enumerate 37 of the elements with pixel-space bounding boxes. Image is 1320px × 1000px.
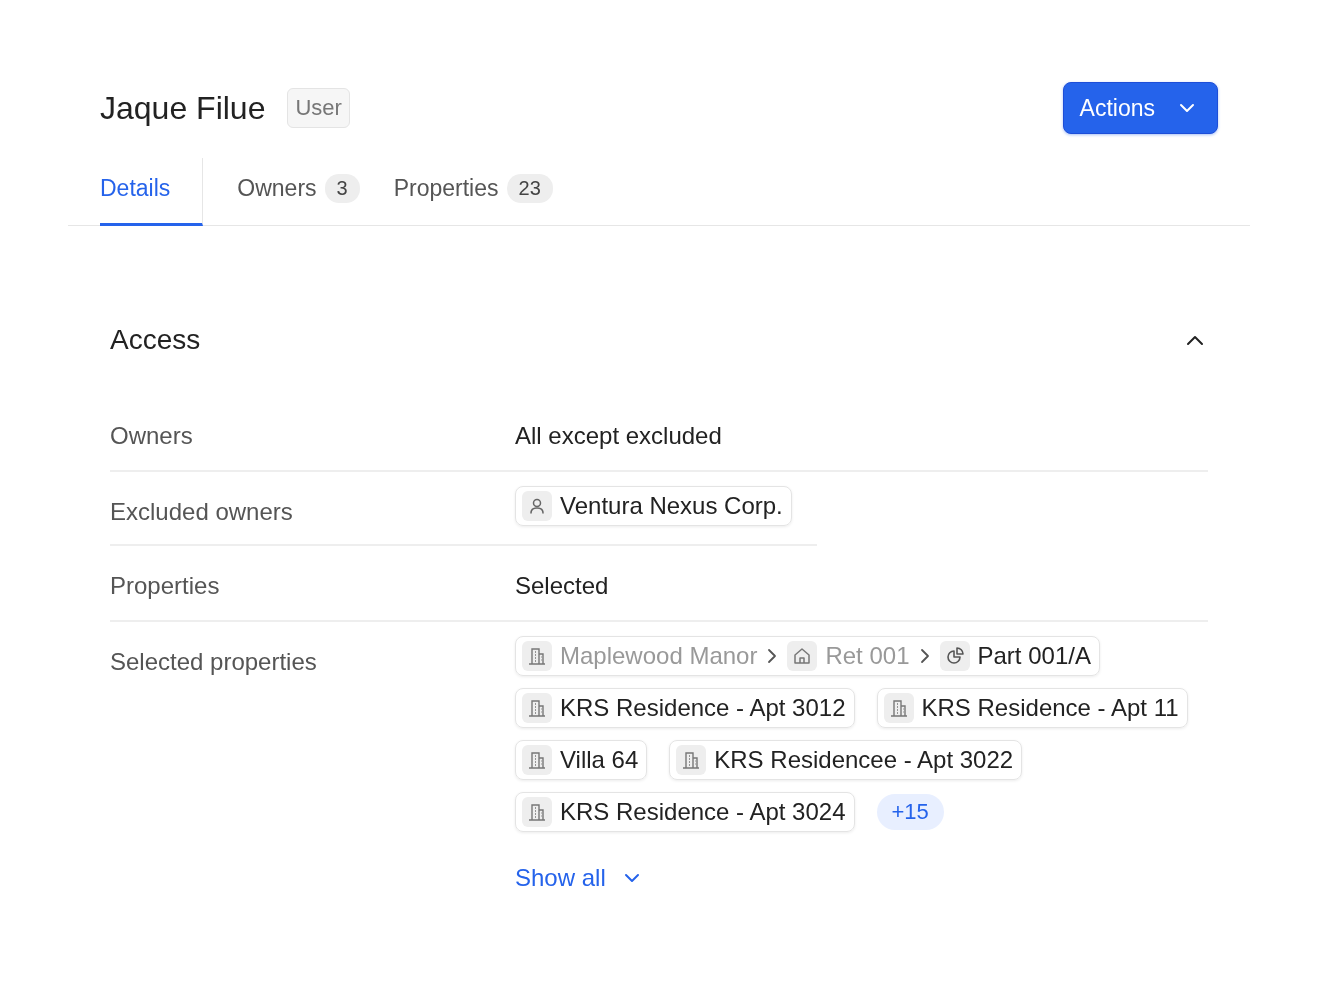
building-icon xyxy=(883,693,914,723)
pie-chart-icon xyxy=(939,641,970,671)
tab[interactable]: Details xyxy=(100,158,204,226)
field-label: Properties xyxy=(110,571,221,600)
section-title: Access xyxy=(110,324,201,356)
building-icon xyxy=(522,745,552,775)
show-all-link[interactable]: Show all xyxy=(515,864,640,892)
user-name: Jaque Filue xyxy=(100,89,266,127)
field-label: Owners xyxy=(110,421,194,450)
chevron-down-icon xyxy=(623,873,640,883)
property-chip: Maplewood Manor Ret 001 Part 001/A xyxy=(515,636,1100,676)
field-label: Excluded owners xyxy=(110,497,294,526)
tab[interactable]: Properties 23 xyxy=(393,158,553,226)
actions-button[interactable]: Actions xyxy=(1062,82,1218,134)
field-label: Selected properties xyxy=(110,647,318,676)
property-chip: KRS Residence - Apt 3024 xyxy=(515,792,855,832)
property-chip: KRS Residence - Apt 3012 xyxy=(515,688,855,728)
field-value: All except excluded xyxy=(515,421,722,450)
chevron-right-icon xyxy=(767,648,778,664)
property-chip: KRS Residencee - Apt 3022 xyxy=(669,740,1023,780)
property-chip: KRS Residence - Apt 11 xyxy=(876,688,1188,728)
person-icon xyxy=(522,491,552,521)
more-count-badge[interactable]: +15 xyxy=(876,794,944,830)
building-icon xyxy=(522,641,552,671)
role-badge: User xyxy=(287,88,350,128)
building-icon xyxy=(676,745,707,775)
house-icon xyxy=(787,641,818,671)
owner-chip: Ventura Nexus Corp. xyxy=(515,486,792,526)
property-chip: Villa 64 xyxy=(515,740,648,780)
chevron-down-icon xyxy=(1179,103,1195,113)
field-value: Selected xyxy=(515,571,609,600)
building-icon xyxy=(522,693,552,723)
building-icon xyxy=(522,797,552,827)
count-badge: 3 xyxy=(324,174,360,203)
chevron-right-icon xyxy=(919,648,930,664)
tab[interactable]: Owners 3 xyxy=(237,158,360,226)
count-badge: 23 xyxy=(506,174,553,203)
